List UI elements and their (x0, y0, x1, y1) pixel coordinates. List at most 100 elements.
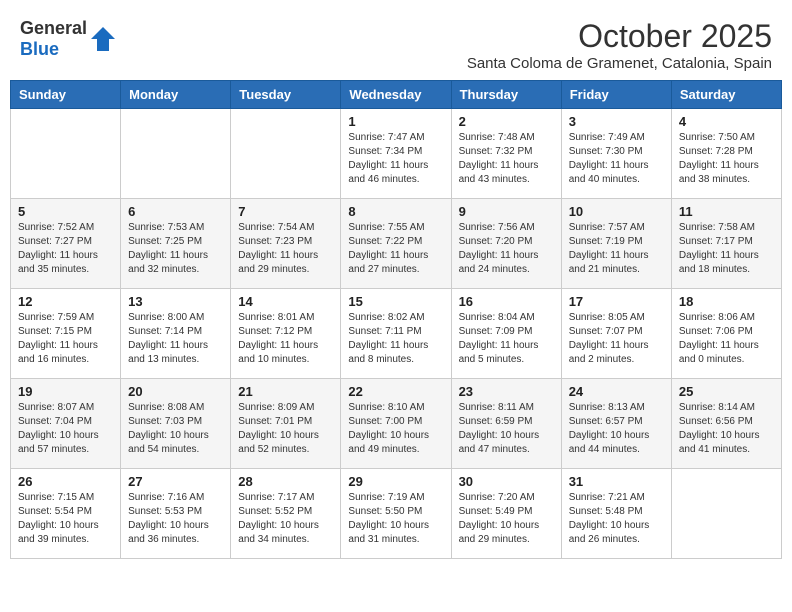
day-cell: 24Sunrise: 8:13 AM Sunset: 6:57 PM Dayli… (561, 379, 671, 469)
day-cell: 26 Sunrise: 7:15 AM Sunset: 5:54 PM Dayli… (11, 469, 121, 559)
day-detail: Sunrise: 7:57 AM Sunset: 7:19 PM Dayligh… (569, 221, 664, 277)
day-number: 27 (128, 474, 223, 489)
day-cell: 4 Sunrise: 7:50 AM Sunset: 7:28 PM Daylig… (671, 109, 781, 199)
day-number: 10 (569, 204, 664, 219)
weekday-header-sunday: Sunday (11, 81, 121, 109)
day-number: 22 (348, 384, 443, 399)
day-cell: 25Sunrise: 8:14 AM Sunset: 6:56 PM Dayli… (671, 379, 781, 469)
weekday-header-friday: Friday (561, 81, 671, 109)
weekday-header-tuesday: Tuesday (231, 81, 341, 109)
week-row-2: 5 Sunrise: 7:52 AM Sunset: 7:27 PM Daylig… (11, 199, 782, 289)
logo: General Blue (20, 18, 117, 60)
day-cell: 29 Sunrise: 7:19 AM Sunset: 5:50 PM Dayli… (341, 469, 451, 559)
day-detail: Sunrise: 7:19 AM Sunset: 5:50 PM Dayligh… (348, 491, 443, 547)
day-detail: Sunrise: 7:21 AM Sunset: 5:48 PM Dayligh… (569, 491, 664, 547)
day-number: 24 (569, 384, 664, 399)
weekday-header-wednesday: Wednesday (341, 81, 451, 109)
week-row-4: 19 Sunrise: 8:07 AM Sunset: 7:04 PM Dayli… (11, 379, 782, 469)
day-detail: Sunrise: 7:59 AM Sunset: 7:15 PM Dayligh… (18, 311, 113, 367)
day-cell: 1Sunrise: 7:47 AM Sunset: 7:34 PM Daylig… (341, 109, 451, 199)
logo-general: General (20, 18, 87, 38)
day-number: 26 (18, 474, 113, 489)
day-number: 13 (128, 294, 223, 309)
day-number: 20 (128, 384, 223, 399)
day-number: 31 (569, 474, 664, 489)
day-number: 4 (679, 114, 774, 129)
day-detail: Sunrise: 7:15 AM Sunset: 5:54 PM Dayligh… (18, 491, 113, 547)
day-detail: Sunrise: 8:11 AM Sunset: 6:59 PM Dayligh… (459, 401, 554, 457)
day-detail: Sunrise: 7:48 AM Sunset: 7:32 PM Dayligh… (459, 131, 554, 187)
day-number: 29 (348, 474, 443, 489)
day-cell: 5 Sunrise: 7:52 AM Sunset: 7:27 PM Daylig… (11, 199, 121, 289)
day-number: 8 (348, 204, 443, 219)
day-detail: Sunrise: 8:05 AM Sunset: 7:07 PM Dayligh… (569, 311, 664, 367)
day-detail: Sunrise: 7:58 AM Sunset: 7:17 PM Dayligh… (679, 221, 774, 277)
day-cell: 28Sunrise: 7:17 AM Sunset: 5:52 PM Dayli… (231, 469, 341, 559)
day-number: 28 (238, 474, 333, 489)
day-cell: 7 Sunrise: 7:54 AM Sunset: 7:23 PM Daylig… (231, 199, 341, 289)
day-detail: Sunrise: 8:07 AM Sunset: 7:04 PM Dayligh… (18, 401, 113, 457)
day-number: 11 (679, 204, 774, 219)
day-cell: 15Sunrise: 8:02 AM Sunset: 7:11 PM Dayli… (341, 289, 451, 379)
location: Santa Coloma de Gramenet, Catalonia, Spa… (467, 55, 772, 72)
weekday-header-monday: Monday (121, 81, 231, 109)
day-detail: Sunrise: 7:20 AM Sunset: 5:49 PM Dayligh… (459, 491, 554, 547)
day-number: 12 (18, 294, 113, 309)
day-number: 23 (459, 384, 554, 399)
day-detail: Sunrise: 8:06 AM Sunset: 7:06 PM Dayligh… (679, 311, 774, 367)
weekday-header-saturday: Saturday (671, 81, 781, 109)
day-cell: 8 Sunrise: 7:55 AM Sunset: 7:22 PM Daylig… (341, 199, 451, 289)
day-detail: Sunrise: 7:55 AM Sunset: 7:22 PM Dayligh… (348, 221, 443, 277)
day-number: 19 (18, 384, 113, 399)
day-detail: Sunrise: 8:02 AM Sunset: 7:11 PM Dayligh… (348, 311, 443, 367)
day-number: 6 (128, 204, 223, 219)
day-cell: 3 Sunrise: 7:49 AM Sunset: 7:30 PM Daylig… (561, 109, 671, 199)
month-year: October 2025 (467, 18, 772, 55)
weekday-header-row: SundayMondayTuesdayWednesdayThursdayFrid… (11, 81, 782, 109)
day-number: 7 (238, 204, 333, 219)
day-detail: Sunrise: 7:49 AM Sunset: 7:30 PM Dayligh… (569, 131, 664, 187)
day-detail: Sunrise: 7:52 AM Sunset: 7:27 PM Dayligh… (18, 221, 113, 277)
day-cell: 9 Sunrise: 7:56 AM Sunset: 7:20 PM Daylig… (451, 199, 561, 289)
day-cell: 23 Sunrise: 8:11 AM Sunset: 6:59 PM Dayli… (451, 379, 561, 469)
day-cell: 12 Sunrise: 7:59 AM Sunset: 7:15 PM Dayli… (11, 289, 121, 379)
day-number: 3 (569, 114, 664, 129)
day-cell: 27Sunrise: 7:16 AM Sunset: 5:53 PM Dayli… (121, 469, 231, 559)
day-number: 1 (348, 114, 443, 129)
day-detail: Sunrise: 8:09 AM Sunset: 7:01 PM Dayligh… (238, 401, 333, 457)
day-cell: 10 Sunrise: 7:57 AM Sunset: 7:19 PM Dayli… (561, 199, 671, 289)
day-number: 14 (238, 294, 333, 309)
title-block: October 2025 Santa Coloma de Gramenet, C… (467, 18, 772, 72)
day-cell: 13 Sunrise: 8:00 AM Sunset: 7:14 PM Dayli… (121, 289, 231, 379)
day-detail: Sunrise: 7:54 AM Sunset: 7:23 PM Dayligh… (238, 221, 333, 277)
day-cell: 16Sunrise: 8:04 AM Sunset: 7:09 PM Dayli… (451, 289, 561, 379)
week-row-1: 1Sunrise: 7:47 AM Sunset: 7:34 PM Daylig… (11, 109, 782, 199)
day-cell (11, 109, 121, 199)
page-header: General Blue October 2025 Santa Coloma d… (10, 10, 782, 76)
day-cell: 6 Sunrise: 7:53 AM Sunset: 7:25 PM Daylig… (121, 199, 231, 289)
day-number: 17 (569, 294, 664, 309)
day-detail: Sunrise: 7:56 AM Sunset: 7:20 PM Dayligh… (459, 221, 554, 277)
day-number: 16 (459, 294, 554, 309)
day-cell: 20Sunrise: 8:08 AM Sunset: 7:03 PM Dayli… (121, 379, 231, 469)
day-cell: 11 Sunrise: 7:58 AM Sunset: 7:17 PM Dayli… (671, 199, 781, 289)
day-cell: 21 Sunrise: 8:09 AM Sunset: 7:01 PM Dayli… (231, 379, 341, 469)
day-detail: Sunrise: 7:53 AM Sunset: 7:25 PM Dayligh… (128, 221, 223, 277)
day-number: 21 (238, 384, 333, 399)
day-cell: 14 Sunrise: 8:01 AM Sunset: 7:12 PM Dayli… (231, 289, 341, 379)
day-detail: Sunrise: 8:00 AM Sunset: 7:14 PM Dayligh… (128, 311, 223, 367)
day-cell: 22Sunrise: 8:10 AM Sunset: 7:00 PM Dayli… (341, 379, 451, 469)
logo-icon (89, 25, 117, 53)
day-cell: 31 Sunrise: 7:21 AM Sunset: 5:48 PM Dayli… (561, 469, 671, 559)
day-number: 18 (679, 294, 774, 309)
day-number: 5 (18, 204, 113, 219)
day-cell: 2 Sunrise: 7:48 AM Sunset: 7:32 PM Daylig… (451, 109, 561, 199)
day-number: 2 (459, 114, 554, 129)
logo-text: General Blue (20, 18, 87, 60)
week-row-5: 26 Sunrise: 7:15 AM Sunset: 5:54 PM Dayli… (11, 469, 782, 559)
day-cell: 30Sunrise: 7:20 AM Sunset: 5:49 PM Dayli… (451, 469, 561, 559)
day-detail: Sunrise: 8:01 AM Sunset: 7:12 PM Dayligh… (238, 311, 333, 367)
day-number: 9 (459, 204, 554, 219)
day-detail: Sunrise: 7:50 AM Sunset: 7:28 PM Dayligh… (679, 131, 774, 187)
day-cell: 19 Sunrise: 8:07 AM Sunset: 7:04 PM Dayli… (11, 379, 121, 469)
